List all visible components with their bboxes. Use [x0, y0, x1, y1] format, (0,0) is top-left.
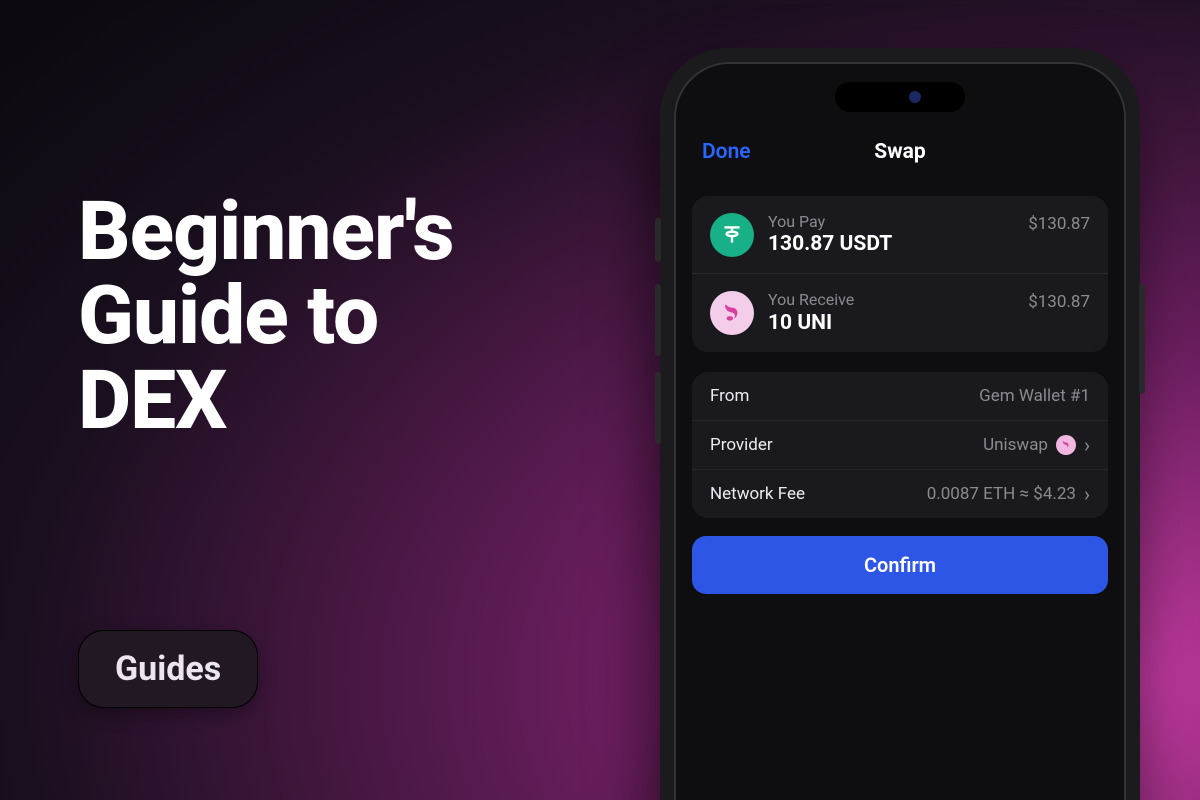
- phone-side-button: [1139, 284, 1145, 394]
- you-pay-row[interactable]: You Pay 130.87 USDT $130.87: [692, 196, 1108, 273]
- usdt-icon: [710, 213, 754, 257]
- chevron-right-icon: ›: [1084, 435, 1090, 455]
- chevron-right-icon: ›: [1084, 484, 1090, 504]
- confirm-button[interactable]: Confirm: [692, 536, 1108, 594]
- you-pay-value: 130.87 USDT: [768, 231, 1014, 257]
- phone-side-button: [655, 284, 661, 356]
- you-receive-label: You Receive: [768, 290, 1014, 309]
- from-label: From: [710, 386, 749, 406]
- app-header: Done Swap: [676, 120, 1124, 184]
- you-pay-usd: $130.87: [1028, 214, 1090, 234]
- network-fee-value: 0.0087 ETH ≈ $4.23: [927, 484, 1076, 504]
- details-card: From Gem Wallet #1 Provider Uniswap ›: [692, 372, 1108, 518]
- provider-value: Uniswap: [983, 435, 1048, 455]
- from-row: From Gem Wallet #1: [692, 372, 1108, 420]
- phone-notch: [835, 82, 965, 112]
- you-receive-row[interactable]: You Receive 10 UNI $130.87: [692, 273, 1108, 351]
- phone-mockup: Done Swap You Pay 13: [660, 48, 1140, 800]
- done-button[interactable]: Done: [702, 140, 751, 164]
- you-pay-label: You Pay: [768, 212, 1014, 231]
- you-receive-value: 10 UNI: [768, 310, 1014, 336]
- from-value: Gem Wallet #1: [979, 386, 1090, 406]
- screen-title: Swap: [874, 140, 925, 164]
- uni-icon: [710, 291, 754, 335]
- promo-stage: Beginner'sGuide toDEX Guides Done Swap: [0, 0, 1200, 800]
- headline: Beginner'sGuide toDEX: [78, 190, 454, 443]
- phone-side-button: [655, 218, 661, 262]
- provider-row[interactable]: Provider Uniswap ›: [692, 420, 1108, 469]
- network-fee-row[interactable]: Network Fee 0.0087 ETH ≈ $4.23 ›: [692, 469, 1108, 518]
- swap-card: You Pay 130.87 USDT $130.87 You Receive …: [692, 196, 1108, 352]
- app-screen: Done Swap You Pay 13: [676, 64, 1124, 800]
- uniswap-icon: [1056, 435, 1076, 455]
- you-receive-usd: $130.87: [1028, 292, 1090, 312]
- network-fee-label: Network Fee: [710, 484, 805, 504]
- phone-side-button: [655, 372, 661, 444]
- category-pill[interactable]: Guides: [78, 630, 258, 708]
- provider-label: Provider: [710, 435, 773, 455]
